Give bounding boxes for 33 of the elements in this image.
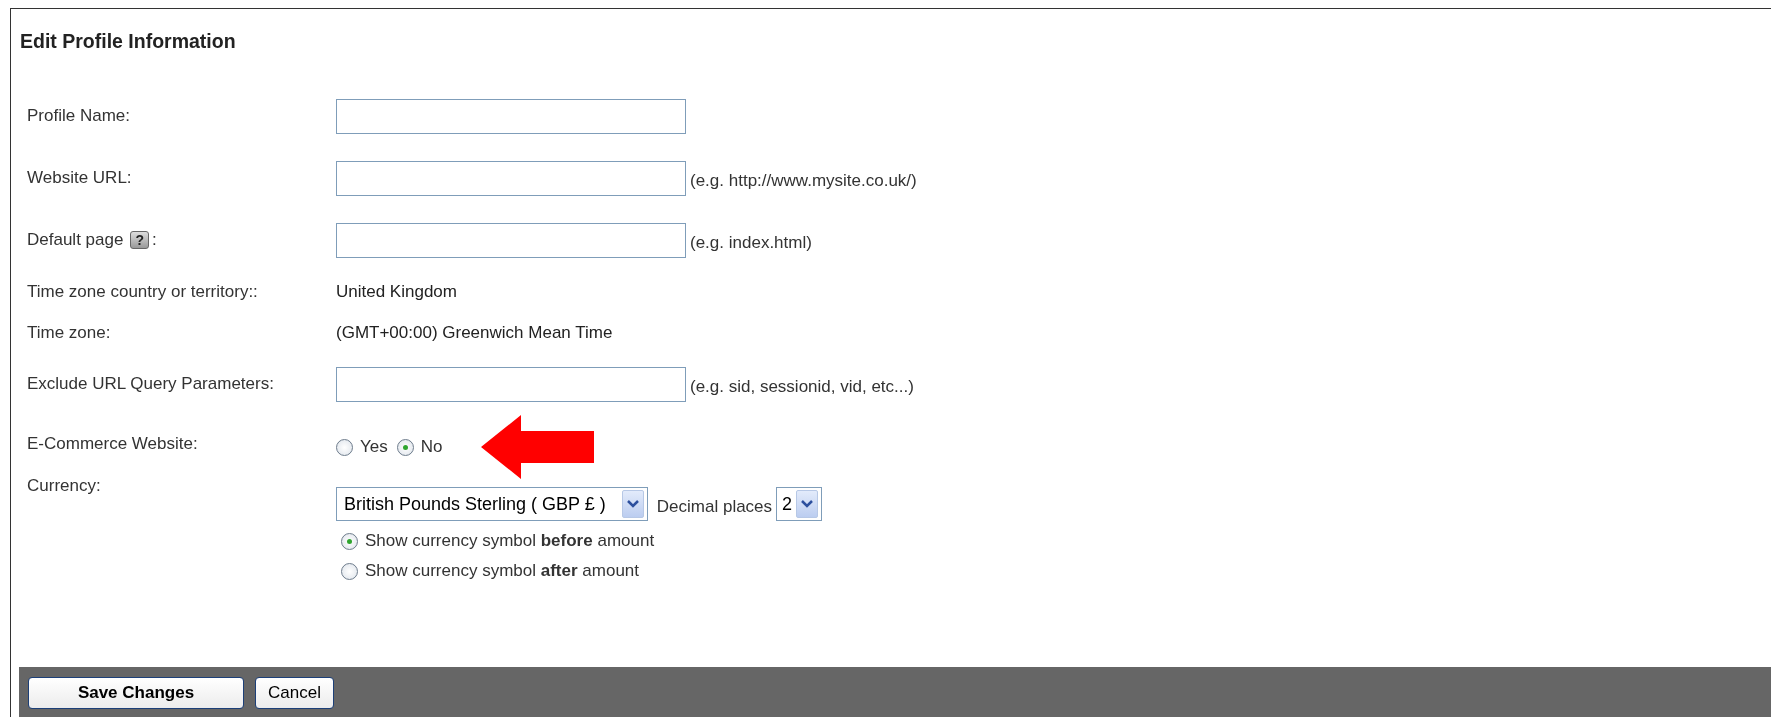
text-field[interactable] [336,98,686,134]
field-label: : [151,230,157,250]
help-icon[interactable]: ? [130,231,149,249]
currency-dropdown[interactable]: British Pounds Sterling ( GBP £ ) [336,487,648,521]
field-label: Website URL: [27,168,132,188]
decimal-dropdown[interactable]: 2 [776,487,823,521]
radio-button[interactable] [341,532,358,550]
field-label: Time zone: [27,322,111,343]
field-label: Currency: [27,476,101,496]
field-label: Time zone country or territory:: [27,281,258,302]
cancel-button[interactable]: Cancel [255,677,334,709]
hint-text: (e.g. index.html) [690,233,812,253]
field-label: Decimal places [656,497,773,517]
hint-text: (e.g. http://www.mysite.co.uk/) [690,171,917,191]
text-field[interactable] [336,366,686,402]
radio-label: No [420,437,443,457]
text-field[interactable] [336,160,686,196]
hint-text: (e.g. sid, sessionid, vid, etc...) [690,377,914,397]
page-title: Edit Profile Information [19,29,236,54]
radio-label: Yes [360,437,388,457]
save-button[interactable]: Save Changes [28,677,244,709]
radio-button[interactable] [396,438,414,456]
radio-button[interactable] [341,562,358,580]
field-label: E-Commerce Website: [27,434,198,454]
radio-button[interactable] [336,438,353,456]
field-value: United Kingdom [336,281,457,302]
field-value: (GMT+00:00) Greenwich Mean Time [336,322,613,343]
field-label: Default page [27,230,124,250]
radio-label: Show currency symbol after amount [365,561,640,581]
text-field[interactable] [336,222,686,258]
radio-label: Show currency symbol before amount [365,531,655,551]
field-label: Profile Name: [27,106,130,126]
field-label: Exclude URL Query Parameters: [27,374,274,394]
